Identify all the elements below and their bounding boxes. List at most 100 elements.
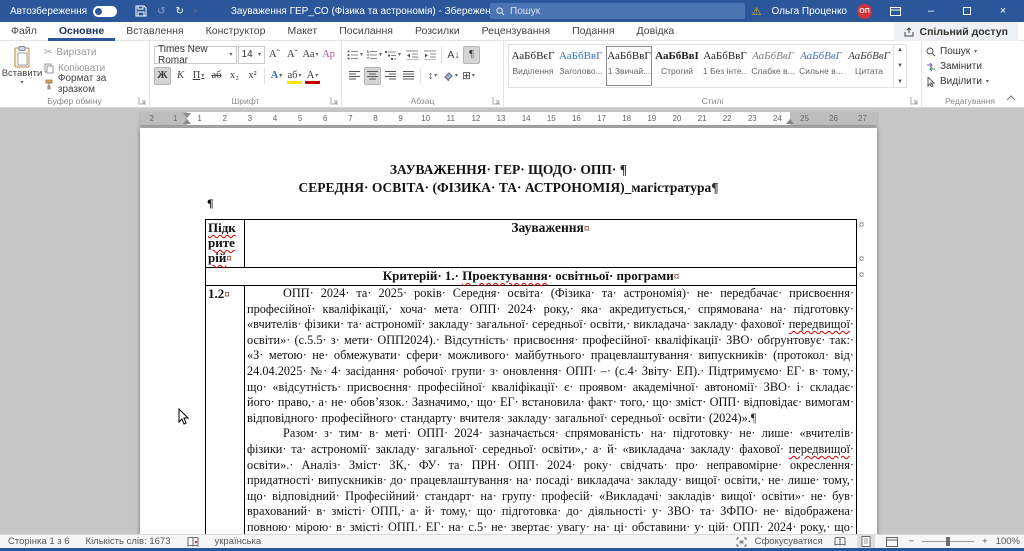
proofing-errors-icon[interactable]	[187, 537, 199, 547]
focus-button[interactable]: Сфокусуватися	[755, 536, 823, 547]
ribbon-display-options-icon[interactable]	[882, 0, 908, 22]
undo-icon[interactable]: ↺	[157, 6, 165, 17]
collapse-ribbon-icon[interactable]	[1006, 93, 1016, 103]
styles-up-icon[interactable]: ▲	[897, 47, 903, 53]
format-painter-button[interactable]: Формат за зразком	[44, 76, 145, 92]
avatar[interactable]: ОП	[857, 4, 872, 19]
grow-font-button[interactable]: Аˆ	[266, 46, 283, 64]
font-dialog-launcher-icon[interactable]	[330, 96, 339, 105]
zoom-level[interactable]: 100%	[996, 536, 1020, 547]
underline-button[interactable]: П▾	[190, 67, 207, 85]
save-icon[interactable]	[135, 5, 147, 17]
language-indicator[interactable]: українська	[215, 536, 262, 547]
numbered-list-button[interactable]: ▾	[365, 46, 383, 64]
body-paragraph[interactable]: ОПП· 2024· та· 2025· років· Середня· осв…	[247, 286, 854, 426]
tab-review[interactable]: Рецензування	[471, 22, 561, 41]
hanging-indent-marker[interactable]	[183, 119, 191, 124]
multilevel-list-button[interactable]: ▾	[384, 46, 402, 64]
shading-button[interactable]: ▾	[442, 67, 459, 85]
style-card-6[interactable]: АаБбВвГСлабке в...	[750, 46, 796, 86]
subcriterion-cell[interactable]: 1.2¤	[206, 286, 245, 535]
styles-expand-icon[interactable]: ▼	[897, 79, 903, 85]
highlight-button[interactable]: аб▾	[286, 67, 303, 85]
cell-paragraphs[interactable]: ОПП· 2024· та· 2025· років· Середня· осв…	[245, 286, 857, 535]
style-card-4[interactable]: АаБбВвІСтрогий	[654, 46, 700, 86]
font-color-button[interactable]: А▾	[304, 67, 321, 85]
align-center-button[interactable]	[364, 67, 381, 85]
tab-help[interactable]: Довідка	[626, 22, 686, 41]
style-card-7[interactable]: АаБбВвГСильне в...	[798, 46, 844, 86]
zoom-in-button[interactable]: +	[982, 536, 988, 547]
increase-indent-button[interactable]	[421, 46, 438, 64]
print-layout-button[interactable]	[857, 535, 875, 548]
style-card-8[interactable]: АаБбВвГЦитата	[846, 46, 892, 86]
tab-insert[interactable]: Вставлення	[115, 22, 194, 41]
line-spacing-button[interactable]: ↕▾	[424, 67, 441, 85]
search-box[interactable]	[490, 3, 745, 19]
replace-button[interactable]: Замінити	[926, 59, 1014, 74]
align-left-button[interactable]	[346, 67, 363, 85]
minimize-button[interactable]: –	[918, 0, 944, 22]
close-button[interactable]: ×	[990, 0, 1016, 22]
style-card-3[interactable]: АаБбВвГ1 Звичай...	[606, 46, 652, 86]
find-button[interactable]: Пошук ▾	[926, 44, 1014, 59]
borders-button[interactable]: ⊞▾	[460, 67, 477, 85]
shrink-font-button[interactable]: Аˇ	[284, 46, 301, 64]
header-cell-subcriterion[interactable]: Підкритерій¤	[206, 220, 245, 268]
document-page[interactable]: ЗАУВАЖЕННЯ· ГЕР· ЩОДО· ОПП· ¶ СЕРЕДНЯ· О…	[140, 128, 877, 534]
redo-icon[interactable]: ↻	[175, 6, 183, 17]
tab-references[interactable]: Посилання	[328, 22, 404, 41]
font-family-select[interactable]: Times New Romar ▾	[154, 46, 237, 64]
bullet-list-button[interactable]: ▾	[346, 46, 364, 64]
style-card-2[interactable]: АаБбВвГ:Заголово...	[558, 46, 604, 86]
qat-more-icon[interactable]: ▾	[194, 8, 197, 15]
zoom-out-button[interactable]: −	[909, 536, 915, 547]
criterion-cell[interactable]: Критерій· 1.· Проектування· освітньої· п…	[206, 268, 857, 286]
right-indent-marker[interactable]	[786, 119, 794, 124]
change-case-button[interactable]: Аа▾	[302, 46, 319, 64]
clear-formatting-button[interactable]: Ар	[320, 46, 337, 64]
tab-home[interactable]: Основне	[48, 22, 115, 41]
sort-button[interactable]: А↓	[445, 46, 462, 64]
styles-down-icon[interactable]: ▼	[897, 63, 903, 69]
bold-button[interactable]: Ж	[154, 67, 171, 85]
zoom-slider[interactable]	[922, 541, 974, 542]
superscript-button[interactable]: х²	[244, 67, 261, 85]
search-input[interactable]	[510, 6, 710, 17]
select-button[interactable]: Виділити ▾	[926, 74, 1014, 89]
body-paragraph[interactable]: Разом· з· тим· в· меті· ОПП· 2024· зазна…	[247, 426, 854, 534]
share-button[interactable]: Спільний доступ	[894, 22, 1018, 41]
first-line-indent-marker[interactable]	[183, 113, 191, 118]
header-cell-remarks[interactable]: Зауваження¤	[245, 220, 857, 268]
subscript-button[interactable]: х₂	[226, 67, 243, 85]
web-layout-button[interactable]	[883, 535, 901, 548]
warning-icon[interactable]: ⚠	[752, 5, 762, 18]
read-mode-button[interactable]	[831, 535, 849, 548]
style-card-1[interactable]: АаБбВєГВиділення	[510, 46, 556, 86]
text-effects-button[interactable]: А▾	[268, 67, 285, 85]
italic-button[interactable]: К	[172, 67, 189, 85]
tab-design[interactable]: Конструктор	[195, 22, 277, 41]
decrease-indent-button[interactable]	[403, 46, 420, 64]
autosave-toggle[interactable]	[93, 6, 117, 17]
tab-view[interactable]: Подання	[561, 22, 625, 41]
style-card-5[interactable]: АаБбВвГ1 Без інте...	[702, 46, 748, 86]
styles-dialog-launcher-icon[interactable]	[910, 96, 919, 105]
clipboard-dialog-launcher-icon[interactable]	[138, 96, 147, 105]
cut-button[interactable]: ✂ Вирізати	[44, 44, 145, 60]
font-size-select[interactable]: 14 ▾	[238, 46, 265, 64]
justify-button[interactable]	[400, 67, 417, 85]
tab-mailings[interactable]: Розсилки	[404, 22, 471, 41]
user-name[interactable]: Ольга Проценко	[771, 6, 847, 17]
align-right-button[interactable]	[382, 67, 399, 85]
paragraph-dialog-launcher-icon[interactable]	[492, 96, 501, 105]
tab-layout[interactable]: Макет	[276, 22, 328, 41]
restore-button[interactable]	[954, 0, 980, 22]
word-count[interactable]: Кількість слів: 1673	[86, 536, 171, 547]
show-formatting-button[interactable]: ¶	[463, 46, 480, 64]
page-indicator[interactable]: Сторінка 1 з 6	[8, 536, 70, 547]
group-paragraph: ▾ ▾ ▾ А↓ ¶ ↕▾ ▾ ⊞▾ Абзац	[342, 41, 504, 107]
strikethrough-button[interactable]: аб	[208, 67, 225, 85]
zoom-slider-thumb[interactable]	[946, 537, 950, 546]
tab-file[interactable]: Файл	[0, 22, 48, 41]
